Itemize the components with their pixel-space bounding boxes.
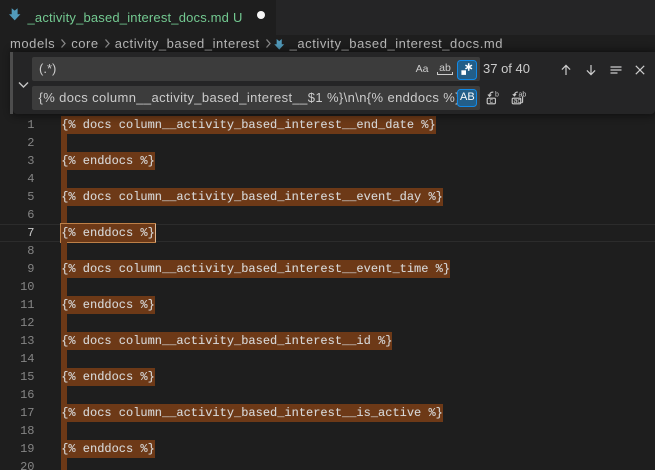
svg-text:ac: ac	[513, 98, 521, 105]
svg-text:b: b	[495, 91, 499, 98]
svg-text:c: c	[489, 98, 493, 105]
